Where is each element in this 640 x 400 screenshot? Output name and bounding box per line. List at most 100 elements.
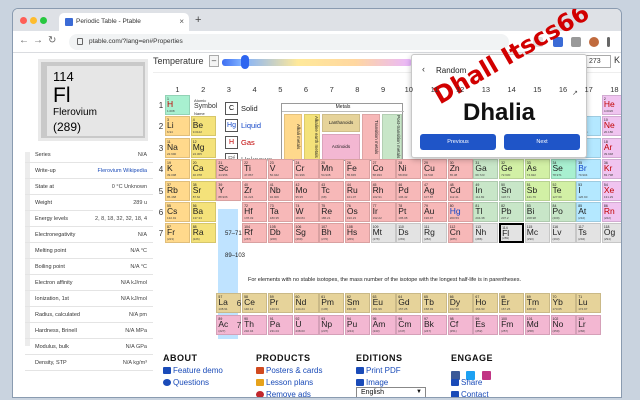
element-db[interactable]: 105 Db (268) [267, 223, 293, 244]
property-row[interactable]: Hardness, Brinell N/A MPa [25, 323, 153, 339]
temperature-slider[interactable] [222, 59, 412, 66]
element-pm[interactable]: 61 Pm (145) [319, 293, 345, 313]
element-as[interactable]: 33 As 74.922 [524, 159, 550, 180]
element-cn[interactable]: 112 Cn (285) [447, 223, 473, 244]
period-number[interactable]: 1 [157, 101, 165, 110]
group-number[interactable]: 15 [525, 85, 550, 94]
feature-demo-link[interactable]: Feature demo [163, 366, 223, 375]
property-row[interactable]: Boiling point N/A °C [25, 259, 153, 275]
group-number[interactable]: 16 [551, 85, 576, 94]
element-be[interactable]: 4 Be 9.0122 [190, 116, 216, 137]
element-ra[interactable]: 88 Ra (226) [190, 223, 216, 244]
element-ni[interactable]: 28 Ni 58.693 [396, 159, 422, 180]
element-hg[interactable]: 80 Hg 200.59 [447, 202, 473, 222]
element-md[interactable]: 101 Md (258) [524, 315, 550, 335]
group-number[interactable]: 13 [473, 85, 498, 94]
element-cs[interactable]: 55 Cs 132.91 [165, 202, 190, 222]
element-te[interactable]: 52 Te 127.60 [550, 180, 576, 201]
element-tb[interactable]: 65 Tb 158.93 [422, 293, 447, 313]
element-tm[interactable]: 69 Tm 168.93 [524, 293, 550, 313]
element-re[interactable]: 75 Re 186.21 [319, 202, 345, 222]
element-ge[interactable]: 32 Ge 72.630 [499, 159, 525, 180]
element-fe[interactable]: 26 Fe 55.845 [344, 159, 370, 180]
questions-link[interactable]: Questions [163, 378, 209, 387]
element-cr[interactable]: 24 Cr 51.996 [293, 159, 319, 180]
element-xe[interactable]: 54 Xe 131.29 [601, 180, 621, 201]
lesson-plans-link[interactable]: Lesson plans [256, 378, 313, 387]
temperature-decrease-button[interactable]: – [209, 55, 219, 67]
period-number[interactable]: 3 [157, 144, 165, 153]
element-ar[interactable]: 18 Ar 39.948 [601, 137, 621, 158]
print-pdf-link[interactable]: Print PDF [356, 366, 401, 375]
period-number[interactable]: 2 [157, 122, 165, 131]
element-cd[interactable]: 48 Cd 112.41 [447, 180, 473, 201]
new-tab-button[interactable]: + [195, 14, 201, 26]
element-og[interactable]: 118 Og (294) [601, 223, 621, 244]
element-dy[interactable]: 66 Dy 162.50 [447, 293, 473, 313]
property-row[interactable]: Radius, calculated N/A pm [25, 307, 153, 323]
close-window-icon[interactable] [20, 17, 27, 24]
element-yb[interactable]: 70 Yb 173.05 [550, 293, 576, 313]
element-ru[interactable]: 44 Ru 101.07 [344, 180, 370, 201]
element-v[interactable]: 23 V 50.942 [267, 159, 293, 180]
group-number[interactable]: 1 [165, 85, 190, 94]
group-number[interactable]: 3 [216, 85, 241, 94]
group-number[interactable]: 18 [602, 85, 621, 94]
group-number[interactable]: 5 [268, 85, 293, 94]
element-li[interactable]: 3 Li 6.94 [165, 116, 190, 137]
element-at[interactable]: 85 At (210) [576, 202, 602, 222]
element-hf[interactable]: 72 Hf 178.49 [242, 202, 268, 222]
element-i[interactable]: 53 I 126.90 [576, 180, 602, 201]
element-am[interactable]: 95 Am (243) [370, 315, 396, 335]
category-alkaline[interactable]: Alkaline earth metals [304, 114, 320, 160]
element-rn[interactable]: 86 Rn (222) [601, 202, 621, 222]
group-number[interactable]: 6 [294, 85, 319, 94]
element-sm[interactable]: 62 Sm 150.36 [344, 293, 370, 313]
posters-link[interactable]: Posters & cards [256, 366, 322, 375]
element-ca[interactable]: 20 Ca 40.078 [190, 159, 216, 180]
category-post-transition[interactable]: Post-transition metals [382, 114, 402, 160]
element-h[interactable]: 1 H 1.008 [165, 95, 190, 115]
popup-back-icon[interactable]: ‹ [422, 64, 425, 74]
maximize-window-icon[interactable] [40, 17, 47, 24]
image-link[interactable]: Image [356, 378, 388, 387]
property-row[interactable]: State at 0 °C Unknown [25, 179, 153, 195]
property-row[interactable]: Electron affinity N/A kJ/mol [25, 275, 153, 291]
element-pb[interactable]: 82 Pb 207.2 [499, 202, 525, 222]
group-number[interactable]: 4 [242, 85, 267, 94]
element-ag[interactable]: 47 Ag 107.87 [422, 180, 447, 201]
element-eu[interactable]: 63 Eu 151.96 [370, 293, 396, 313]
group-number[interactable]: 9 [371, 85, 396, 94]
element-cf[interactable]: 98 Cf (251) [447, 315, 473, 335]
element-po[interactable]: 84 Po (209) [550, 202, 576, 222]
element-rh[interactable]: 45 Rh 102.91 [370, 180, 396, 201]
element-sc[interactable]: 21 Sc 44.956 [216, 159, 242, 180]
element-cm[interactable]: 96 Cm (247) [396, 315, 422, 335]
period-number[interactable]: 4 [157, 165, 165, 174]
element-rg[interactable]: 111 Rg (282) [422, 223, 447, 244]
element-tl[interactable]: 81 Tl 204.38 [473, 202, 499, 222]
element-se[interactable]: 34 Se 78.971 [550, 159, 576, 180]
element-ds[interactable]: 110 Ds (281) [396, 223, 422, 244]
reload-icon[interactable]: ↻ [48, 35, 56, 46]
property-row[interactable]: Series N/A [25, 147, 153, 163]
property-row[interactable]: Write-up Flerovium Wikipedia [25, 163, 153, 179]
element-au[interactable]: 79 Au 196.97 [422, 202, 447, 222]
element-co[interactable]: 27 Co 58.933 [370, 159, 396, 180]
property-row[interactable]: Electronegativity N/A [25, 227, 153, 243]
element-sb[interactable]: 51 Sb 121.76 [524, 180, 550, 201]
period-number[interactable]: 7 [157, 229, 165, 238]
element-np[interactable]: 93 Np (237) [319, 315, 345, 335]
group-number[interactable]: 2 [191, 85, 216, 94]
group-number[interactable]: 14 [499, 85, 524, 94]
element-pr[interactable]: 59 Pr 140.91 [267, 293, 293, 313]
property-row[interactable]: Energy levels 2, 8, 18, 32, 32, 18, 4 [25, 211, 153, 227]
tab-close-icon[interactable]: × [179, 17, 184, 26]
element-kr[interactable]: 36 Kr 83.798 [601, 159, 621, 180]
element-rf[interactable]: 104 Rf (267) [242, 223, 268, 244]
element-pu[interactable]: 94 Pu (244) [344, 315, 370, 335]
element-mt[interactable]: 109 Mt (278) [370, 223, 396, 244]
element-ir[interactable]: 77 Ir 192.22 [370, 202, 396, 222]
element-y[interactable]: 39 Y 88.906 [216, 180, 242, 201]
element-ce[interactable]: 58 Ce 140.12 [242, 293, 268, 313]
